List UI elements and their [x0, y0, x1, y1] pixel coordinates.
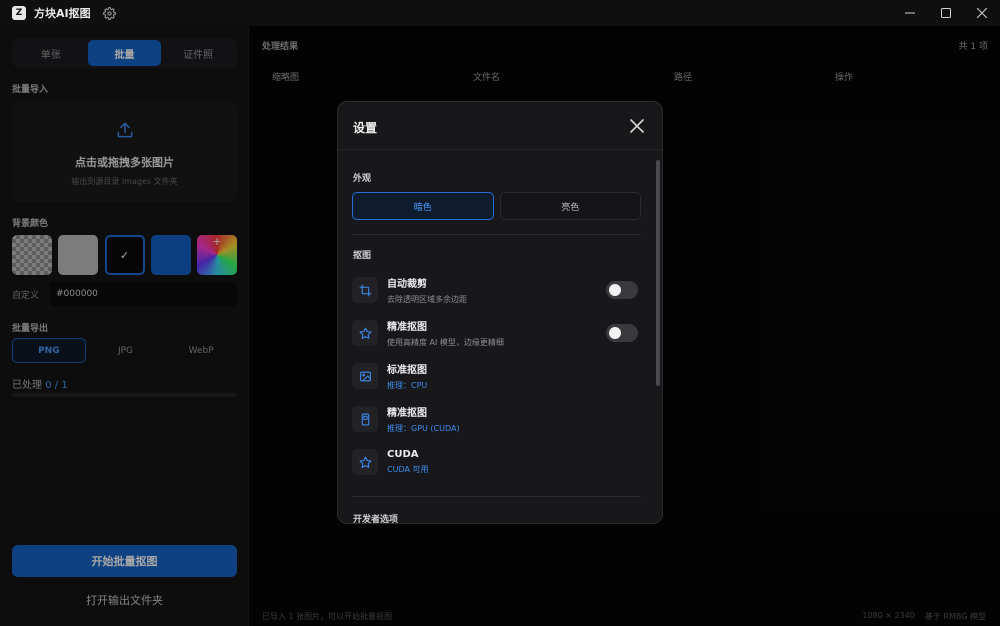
- close-icon[interactable]: [628, 117, 646, 135]
- maximize-button[interactable]: [928, 0, 964, 26]
- star-icon: [352, 320, 378, 346]
- option-desc: 使用高精度 AI 模型，边缘更精细: [387, 338, 504, 347]
- option-title: 自动裁剪: [387, 279, 427, 290]
- theme-selector: 暗色 亮色: [352, 192, 641, 220]
- title-bar: Z 方块AI抠图: [0, 0, 1000, 26]
- dialog-body: 外观 暗色 亮色 抠图 自动裁剪 去除透明区域多余边距 精准抠图 使用高精度 A…: [338, 151, 662, 524]
- app-logo-icon: Z: [12, 6, 26, 20]
- close-window-button[interactable]: [964, 0, 1000, 26]
- appearance-label: 外观: [353, 174, 372, 184]
- dialog-title: 设置: [353, 121, 378, 135]
- option-cuda: CUDA CUDA 可用: [352, 445, 641, 479]
- theme-dark[interactable]: 暗色: [352, 192, 494, 220]
- settings-dialog: 设置 外观 暗色 亮色 抠图 自动裁剪 去除透明区域多余边距 精准抠图 使用高精…: [337, 101, 663, 524]
- settings-gear-icon[interactable]: [103, 6, 117, 20]
- option-title: 标准抠图: [387, 365, 427, 376]
- option-title: 精准抠图: [387, 322, 427, 333]
- auto-crop-toggle[interactable]: [606, 281, 638, 299]
- option-auto-crop: 自动裁剪 去除透明区域多余边距: [352, 273, 641, 307]
- option-title: CUDA: [387, 449, 419, 460]
- dialog-scrollbar[interactable]: [656, 160, 660, 386]
- precise-matting-toggle[interactable]: [606, 324, 638, 342]
- divider: [352, 234, 641, 235]
- matting-label: 抠图: [353, 251, 372, 261]
- option-precise-matting: 精准抠图 使用高精度 AI 模型，边缘更精细: [352, 316, 641, 350]
- dialog-header: 设置: [338, 102, 662, 150]
- option-precise-gpu: 精准抠图 推理：GPU (CUDA): [352, 402, 641, 436]
- option-standard-cpu: 标准抠图 推理：CPU: [352, 359, 641, 393]
- minimize-button[interactable]: [892, 0, 928, 26]
- option-desc: 去除透明区域多余边距: [387, 295, 467, 304]
- crop-icon: [352, 277, 378, 303]
- chip-icon: [352, 406, 378, 432]
- option-desc: 推理：GPU (CUDA): [387, 424, 460, 433]
- theme-light[interactable]: 亮色: [499, 192, 641, 220]
- image-icon: [352, 363, 378, 389]
- divider: [352, 496, 641, 497]
- option-desc: CUDA 可用: [387, 465, 429, 474]
- option-desc: 推理：CPU: [387, 381, 428, 390]
- app-title: 方块AI抠图: [34, 7, 91, 20]
- star-icon: [352, 449, 378, 475]
- developer-options-label: 开发者选项: [353, 515, 399, 524]
- option-title: 精准抠图: [387, 408, 427, 419]
- window-controls: [892, 0, 1000, 26]
